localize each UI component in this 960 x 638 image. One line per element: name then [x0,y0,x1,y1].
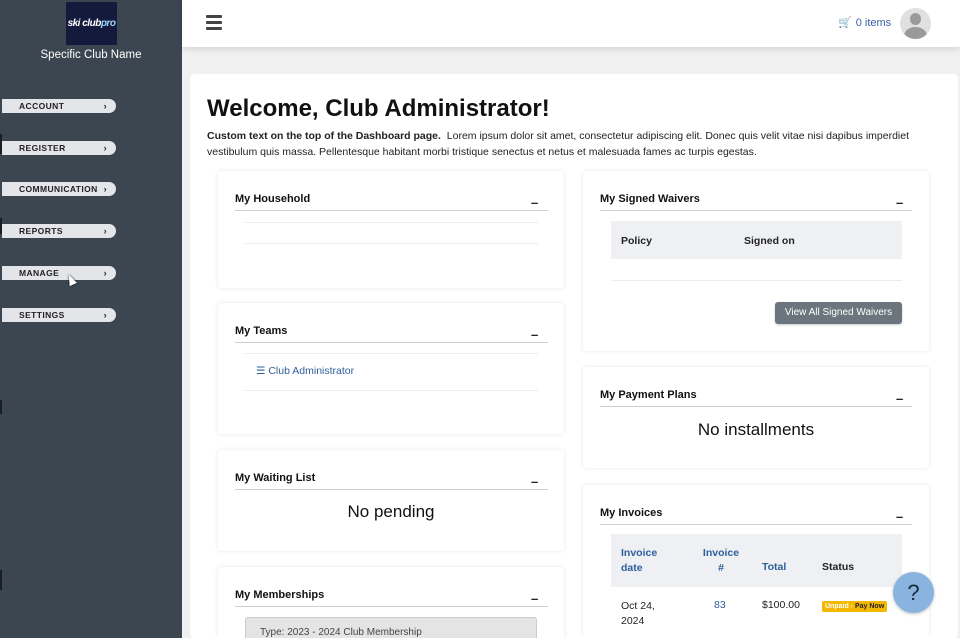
column-header[interactable]: Total [762,561,786,573]
household-card: My Household – [218,171,564,288]
payment-plans-card: My Payment Plans – No installments [583,367,929,468]
card-title: My Invoices [600,507,663,519]
column-header: Policy [621,235,652,247]
divider [235,606,548,607]
team-name: Club Administrator [268,365,355,377]
status-badge[interactable]: Unpaid - Pay Now [822,601,888,612]
sidebar-item-label: ACCOUNT [19,101,65,111]
divider [611,280,902,281]
collapse-icon[interactable]: – [896,195,903,210]
invoices-card: My Invoices – Invoice date Invoice # Tot… [583,485,929,638]
empty-message: No pending [347,502,435,521]
cart-label: 0 items [855,16,892,29]
empty-message: No installments [697,420,815,439]
waiting-list-card: My Waiting List – No pending [218,450,564,551]
card-title: My Household [235,193,311,205]
divider [235,210,548,211]
memberships-card: My Memberships – Type: 2023 - 2024 Club … [218,567,564,638]
club-logo[interactable]: ski club pro [66,2,117,45]
avatar[interactable] [900,8,931,39]
column-header: Status [822,561,855,573]
page-title: Welcome, Club Administrator! [207,95,550,122]
sidebar-edge [0,570,2,590]
chevron-right-icon: › [103,101,107,111]
column-header[interactable]: Invoice # [699,546,743,576]
sidebar-edge [0,400,2,414]
cart-button[interactable]: 🛒 0 items [838,16,892,30]
divider [235,489,548,490]
collapse-icon[interactable]: – [896,391,903,406]
sidebar-item-manage[interactable]: MANAGE › [2,266,116,280]
collapse-icon[interactable]: – [531,327,538,342]
table-header: Policy Signed on [611,221,902,259]
divider [600,524,912,525]
view-all-waivers-button[interactable]: View All Signed Waivers [775,302,902,324]
sidebar-item-label: COMMUNICATION [19,184,98,194]
cart-icon: 🛒 [838,17,852,29]
status-unpaid: Unpaid [825,603,849,610]
sidebar-item-register[interactable]: REGISTER › [2,141,116,155]
list-icon: ☰ [256,365,266,377]
teams-card: My Teams – ☰ Club Administrator [218,303,564,434]
column-header: Signed on [744,235,795,247]
card-title: My Waiting List [235,472,316,484]
collapse-icon[interactable]: – [531,474,538,489]
card-title: My Memberships [235,589,325,601]
intro-bold: Custom text on the top of the Dashboard … [207,130,441,142]
column-header[interactable]: Invoice date [621,546,671,576]
waivers-card: My Signed Waivers – Policy Signed on Vie… [583,171,929,351]
chevron-right-icon: › [103,310,107,320]
logo-text: ski club [67,18,102,29]
hamburger-menu-icon[interactable] [206,15,222,31]
invoice-number-link[interactable]: 83 [714,599,726,611]
collapse-icon[interactable]: – [531,195,538,210]
sidebar-item-label: REPORTS [19,226,63,236]
table-header: Invoice date Invoice # Total Status [611,534,902,587]
chevron-right-icon: › [103,268,107,278]
divider [245,390,538,391]
divider [245,353,538,354]
chevron-right-icon: › [103,226,107,236]
divider [245,243,538,244]
invoice-date: Oct 24, 2024 [621,600,655,627]
divider [600,210,912,211]
sidebar: ski club pro Specific Club Name ACCOUNT ›… [0,0,182,638]
club-name: Specific Club Name [40,49,142,61]
collapse-icon[interactable]: – [531,591,538,606]
logo-text-pro: pro [100,18,116,29]
sidebar-item-account[interactable]: ACCOUNT › [2,99,116,113]
membership-item[interactable]: Type: 2023 - 2024 Club Membership [245,617,537,638]
divider [600,406,912,407]
help-button[interactable]: ? [893,572,934,613]
sidebar-item-communication[interactable]: COMMUNICATION › [2,182,116,196]
team-link[interactable]: ☰ Club Administrator [256,365,354,377]
pay-now-link[interactable]: Pay Now [855,603,884,610]
sidebar-item-label: SETTINGS [19,310,65,320]
sidebar-item-label: MANAGE [19,268,60,278]
divider [245,222,538,223]
sidebar-item-label: REGISTER [19,143,66,153]
card-title: My Payment Plans [600,389,697,401]
card-title: My Signed Waivers [600,193,700,205]
card-title: My Teams [235,325,288,337]
sidebar-item-settings[interactable]: SETTINGS › [2,308,116,322]
divider [235,342,548,343]
chevron-right-icon: › [103,184,107,194]
sidebar-item-reports[interactable]: REPORTS › [2,224,116,238]
collapse-icon[interactable]: – [896,509,903,524]
top-bar: 🛒 0 items [182,0,960,47]
intro-text: Custom text on the top of the Dashboard … [207,129,942,160]
chevron-right-icon: › [103,143,107,153]
invoice-total: $100.00 [762,599,800,611]
